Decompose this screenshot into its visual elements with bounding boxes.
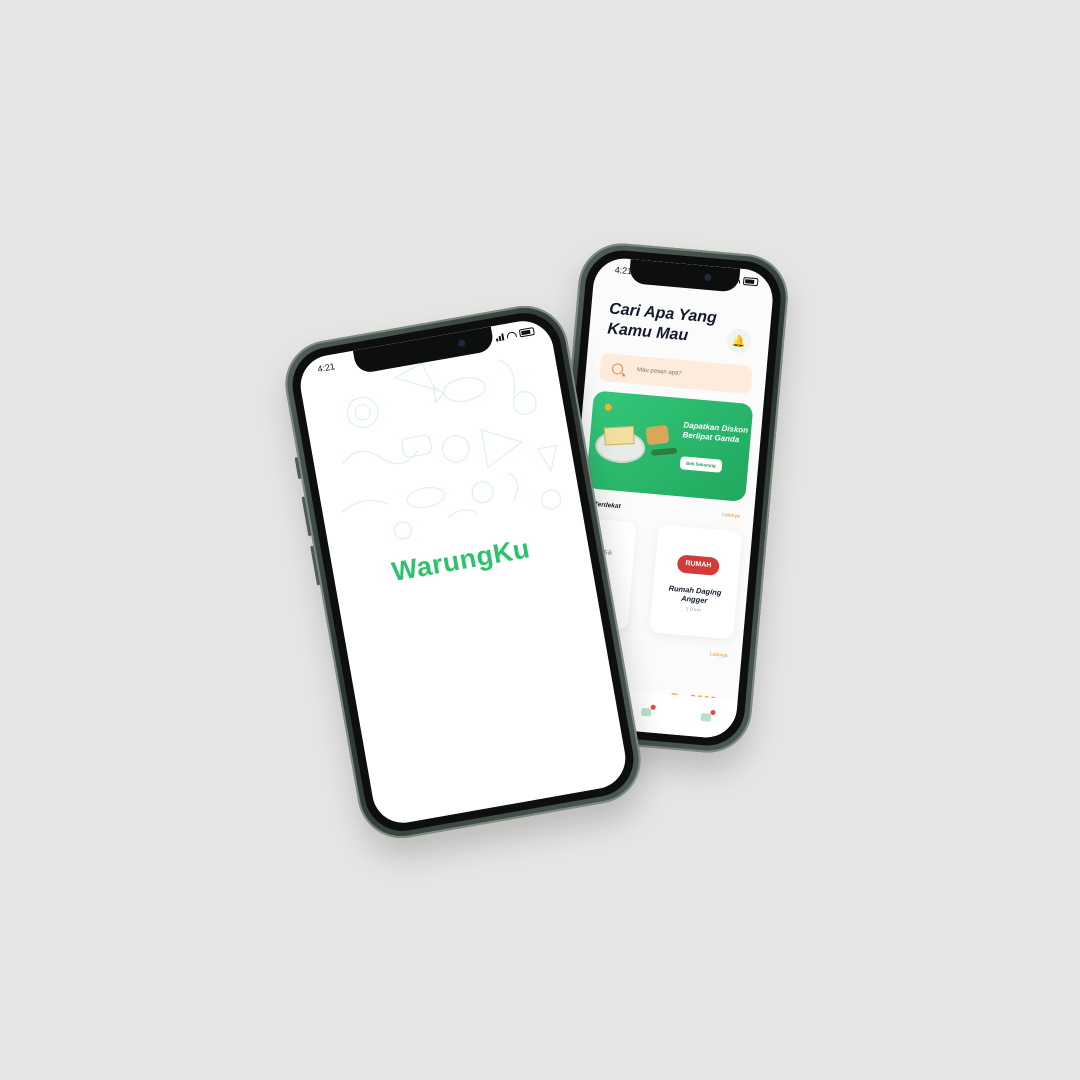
bread-image <box>645 424 670 446</box>
status-time: 4:21 <box>614 264 633 277</box>
signal-icon <box>495 332 505 342</box>
tofu-image <box>603 426 635 446</box>
notification-badge <box>650 704 656 710</box>
search-bar[interactable] <box>598 352 753 395</box>
store-logo: RUMAH DAGING <box>676 554 720 587</box>
page-title: Cari Apa Yang Kamu Mau <box>606 300 718 345</box>
volume-up-button <box>301 496 312 537</box>
store-name: Rumah Daging Angger <box>668 583 722 606</box>
search-input[interactable] <box>634 365 749 384</box>
volume-down-button <box>310 545 321 586</box>
store-card[interactable]: RUMAH DAGING Rumah Daging Angger 1.0 km <box>649 524 743 640</box>
promo-banner[interactable]: Dapatkan Diskon Berlipat Ganda Beli Seka… <box>585 390 754 502</box>
see-more-link[interactable]: Lainnya <box>710 652 728 660</box>
search-icon <box>611 362 624 375</box>
battery-icon <box>742 277 759 287</box>
section-nearby: ng Terdekat Lainnya <box>584 500 740 521</box>
profile-icon[interactable] <box>700 709 716 722</box>
mute-switch <box>294 456 302 480</box>
signal-icon <box>718 275 728 284</box>
mockup-stage: 4:21 Cari Apa Yang Kamu Mau 🔔 Mau pesan … <box>0 0 1080 1080</box>
cart-icon[interactable] <box>640 704 656 717</box>
camera-icon <box>457 339 466 348</box>
wifi-icon <box>506 331 518 339</box>
banner-headline: Dapatkan Diskon Berlipat Ganda <box>682 420 749 445</box>
see-more-link[interactable]: Lainnya <box>722 512 740 520</box>
decor-dot <box>604 403 612 411</box>
notification-badge <box>710 709 716 716</box>
camera-icon <box>704 273 712 282</box>
leaf-image <box>650 447 678 456</box>
wifi-icon <box>729 276 741 284</box>
buy-now-button[interactable]: Beli Sekarang <box>679 456 723 473</box>
